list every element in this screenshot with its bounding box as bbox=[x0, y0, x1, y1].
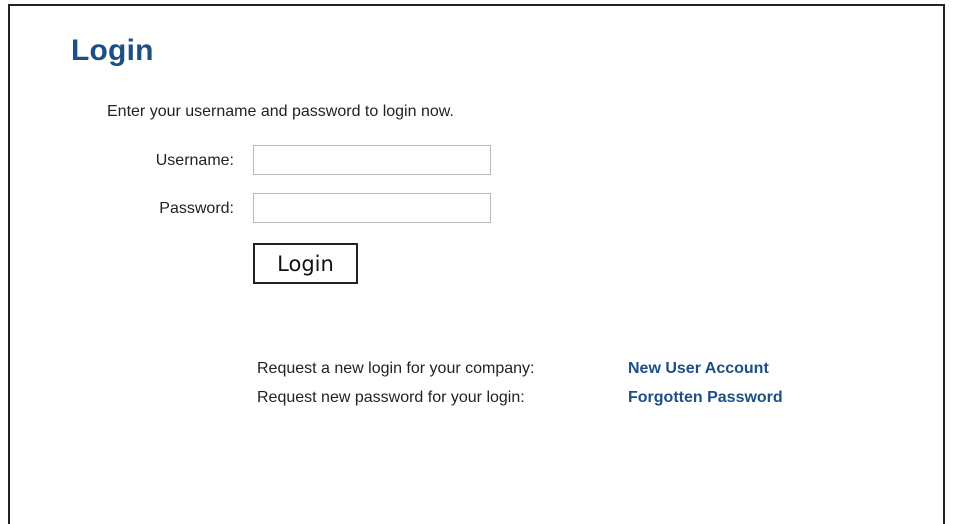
forgot-password-description: Request new password for your login: bbox=[257, 388, 525, 406]
login-button[interactable]: Login bbox=[253, 243, 358, 284]
new-account-description: Request a new login for your company: bbox=[257, 359, 535, 377]
page-title: Login bbox=[71, 34, 154, 67]
username-label: Username: bbox=[155, 152, 234, 169]
account-links: Request a new login for your company: Ne… bbox=[257, 354, 783, 412]
login-panel: Login Enter your username and password t… bbox=[8, 4, 945, 524]
password-field[interactable] bbox=[253, 193, 491, 223]
new-account-row: Request a new login for your company: Ne… bbox=[257, 354, 783, 383]
forgotten-password-link[interactable]: Forgotten Password bbox=[628, 389, 783, 407]
new-user-account-link[interactable]: New User Account bbox=[628, 360, 769, 378]
forgot-password-row: Request new password for your login: For… bbox=[257, 383, 783, 412]
password-label: Password: bbox=[159, 200, 234, 217]
intro-text: Enter your username and password to logi… bbox=[107, 103, 454, 120]
username-field[interactable] bbox=[253, 145, 491, 175]
